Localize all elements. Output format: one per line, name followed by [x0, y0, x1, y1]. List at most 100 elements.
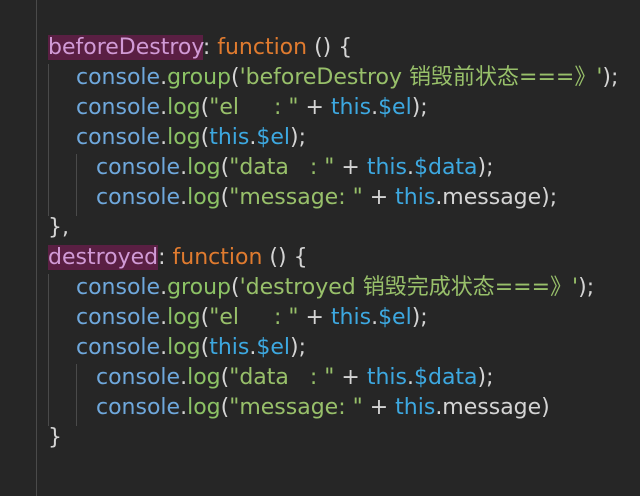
code-token-ident: console — [76, 335, 161, 360]
code-line[interactable]: console.log(this.$el); — [76, 123, 306, 153]
code-token-ident: console — [76, 95, 161, 120]
code-token-this: $el — [256, 335, 291, 360]
code-line[interactable]: console.log("data : " + this.$data); — [96, 153, 494, 183]
code-token-this: $data — [413, 155, 478, 180]
code-token-this: this — [330, 95, 372, 120]
code-line[interactable]: } — [48, 423, 62, 453]
code-token-punc: ); — [290, 125, 307, 150]
code-token-string: "data : " — [229, 365, 335, 390]
code-token-punc: .message) — [435, 395, 550, 420]
code-token-this: $el — [378, 305, 412, 330]
code-line[interactable]: }, — [48, 213, 69, 243]
code-token-this: this — [395, 395, 436, 420]
code-token-punc: }, — [48, 215, 69, 240]
code-token-ident: console — [96, 365, 181, 390]
code-token-punc: .message); — [435, 185, 558, 210]
code-token-this: this — [209, 125, 250, 150]
code-token-method-name: destroyed — [48, 245, 159, 270]
code-token-this: this — [209, 335, 250, 360]
code-token-fn: log — [167, 305, 201, 330]
indent-guide — [76, 154, 77, 216]
code-token-punc: ); — [411, 305, 428, 330]
code-token-punc: + — [362, 185, 396, 210]
code-token-this: this — [330, 305, 372, 330]
code-token-ident: console — [76, 275, 161, 300]
code-line[interactable]: console.log("el : " + this.$el); — [76, 93, 428, 123]
code-token-fn: log — [167, 95, 201, 120]
code-token-punc: : — [202, 35, 218, 60]
code-token-ident: console — [76, 305, 161, 330]
code-token-punc: + — [334, 155, 367, 180]
code-token-punc: ( — [230, 275, 240, 300]
code-token-fn: log — [187, 155, 221, 180]
code-token-string: "el : " — [209, 305, 299, 330]
indent-guide — [48, 64, 49, 216]
code-token-this: this — [366, 365, 407, 390]
code-token-punc: () { — [307, 35, 353, 60]
code-token-punc: ); — [477, 155, 494, 180]
code-token-punc: : — [158, 245, 173, 270]
code-token-punc: ); — [578, 275, 595, 300]
code-token-punc: } — [48, 425, 62, 450]
code-token-punc: . — [371, 95, 379, 120]
code-token-string: 'destroyed 销毁完成状态===》' — [239, 275, 579, 300]
code-token-punc: ( — [220, 155, 230, 180]
code-token-punc: ); — [477, 365, 494, 390]
code-token-punc: () { — [262, 245, 308, 270]
code-line[interactable]: destroyed: function () { — [48, 243, 308, 273]
code-token-fn: log — [187, 185, 221, 210]
code-token-punc: + — [362, 395, 396, 420]
code-token-fn: group — [167, 275, 231, 300]
code-token-punc: ( — [220, 395, 230, 420]
code-token-string: "el : " — [209, 95, 299, 120]
code-token-punc: ( — [200, 305, 210, 330]
code-token-punc: + — [298, 95, 331, 120]
code-token-string: "message: " — [229, 185, 363, 210]
code-token-ident: console — [76, 125, 161, 150]
code-token-keyword: function — [217, 35, 308, 60]
code-token-punc: ); — [411, 95, 428, 120]
code-token-fn: log — [187, 395, 221, 420]
code-token-ident: console — [76, 65, 161, 90]
code-line[interactable]: console.group('destroyed 销毁完成状态===》'); — [76, 273, 594, 303]
code-token-ident: console — [96, 185, 181, 210]
code-editor[interactable]: beforeDestroy: function () {console.grou… — [0, 0, 640, 496]
code-token-punc: ( — [200, 95, 210, 120]
code-token-fn: log — [187, 365, 221, 390]
code-line[interactable]: console.log(this.$el); — [76, 333, 306, 363]
code-line[interactable]: console.log("message: " + this.message) — [96, 393, 550, 423]
code-token-punc: ( — [220, 365, 230, 390]
code-line[interactable]: console.log("message: " + this.message); — [96, 183, 557, 213]
code-token-punc: ); — [290, 335, 307, 360]
code-token-punc: + — [334, 365, 367, 390]
indent-guide — [76, 364, 77, 426]
code-line[interactable]: console.log("data : " + this.$data); — [96, 363, 494, 393]
code-token-punc: ( — [200, 335, 210, 360]
code-line[interactable]: beforeDestroy: function () { — [48, 33, 352, 63]
code-token-fn: log — [167, 335, 201, 360]
code-token-fn: log — [167, 125, 201, 150]
code-token-punc: . — [371, 305, 379, 330]
code-token-punc: ( — [230, 65, 240, 90]
code-token-punc: . — [406, 365, 414, 390]
indent-guide — [48, 274, 49, 426]
code-token-this: $el — [256, 125, 291, 150]
code-token-fn: group — [167, 65, 231, 90]
code-line[interactable]: console.log("el : " + this.$el); — [76, 303, 428, 333]
code-token-this: this — [395, 185, 436, 210]
code-token-ident: console — [96, 155, 181, 180]
code-token-punc: . — [406, 155, 414, 180]
code-token-this: $el — [378, 95, 412, 120]
code-token-this: this — [366, 155, 407, 180]
code-token-punc: ( — [220, 185, 230, 210]
indent-guide — [36, 0, 37, 496]
code-token-this: $data — [413, 365, 478, 390]
code-token-punc: ( — [200, 125, 210, 150]
code-token-string: 'beforeDestroy 销毁前状态===》' — [239, 65, 603, 90]
code-token-string: "message: " — [229, 395, 363, 420]
code-token-punc: + — [298, 305, 331, 330]
code-token-method-name: beforeDestroy — [48, 35, 203, 60]
code-token-string: "data : " — [229, 155, 335, 180]
code-line[interactable]: console.group('beforeDestroy 销毁前状态===》')… — [76, 63, 618, 93]
code-token-ident: console — [96, 395, 181, 420]
